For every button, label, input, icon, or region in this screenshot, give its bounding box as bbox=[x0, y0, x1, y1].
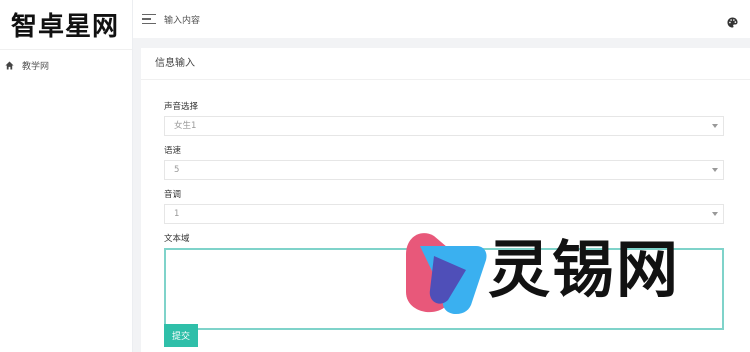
site-logo[interactable]: 智卓星网 bbox=[0, 0, 132, 50]
voice-select[interactable]: 女生1 bbox=[164, 116, 724, 136]
pitch-select-value: 1 bbox=[174, 209, 180, 219]
sidebar-item-label: 教学网 bbox=[22, 62, 50, 72]
chevron-down-icon bbox=[712, 124, 718, 128]
voice-select-value: 女生1 bbox=[174, 121, 197, 131]
voice-label: 声音选择 bbox=[164, 102, 199, 112]
panel-title: 信息输入 bbox=[141, 48, 750, 80]
main-content: 信息输入 声音选择 女生1 语速 5 音调 1 文本域 提交 bbox=[133, 38, 750, 352]
chevron-down-icon bbox=[712, 168, 718, 172]
header-title: 输入内容 bbox=[164, 15, 201, 26]
speed-select-value: 5 bbox=[174, 165, 180, 175]
speed-select[interactable]: 5 bbox=[164, 160, 724, 180]
text-area-input[interactable] bbox=[164, 248, 724, 330]
submit-button[interactable]: 提交 bbox=[164, 324, 198, 347]
sidebar: 智卓星网 教学网 bbox=[0, 0, 133, 352]
pitch-select[interactable]: 1 bbox=[164, 204, 724, 224]
sidebar-item-teaching[interactable]: 教学网 bbox=[5, 59, 49, 72]
palette-icon[interactable] bbox=[727, 13, 738, 28]
speed-label: 语速 bbox=[164, 146, 182, 156]
tts-form: 声音选择 女生1 语速 5 音调 1 文本域 bbox=[164, 100, 724, 334]
chevron-down-icon bbox=[712, 212, 718, 216]
pitch-label: 音调 bbox=[164, 190, 182, 200]
top-header: 输入内容 bbox=[133, 0, 750, 38]
app-root: 智卓星网 教学网 输入内容 信息输入 声音选择 女生1 语速 5 音调 1 文本… bbox=[0, 0, 750, 352]
text-area-label: 文本域 bbox=[164, 234, 190, 244]
info-input-panel: 信息输入 声音选择 女生1 语速 5 音调 1 文本域 提交 bbox=[141, 48, 750, 352]
menu-icon[interactable] bbox=[142, 14, 156, 24]
home-icon bbox=[5, 61, 14, 70]
